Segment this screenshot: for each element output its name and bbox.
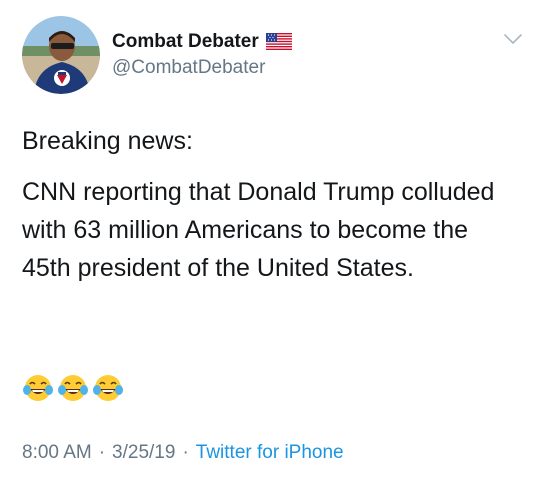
profile-photo-icon: [22, 16, 100, 94]
chevron-down-icon[interactable]: [504, 32, 522, 44]
tweet-text: Breaking news: CNN reporting that Donald…: [22, 122, 522, 287]
face-with-tears-of-joy-icon: [93, 375, 123, 401]
avatar[interactable]: [22, 16, 100, 94]
emoji-row: [22, 372, 127, 404]
display-name[interactable]: Combat Debater: [112, 30, 259, 54]
tweet-date[interactable]: 3/25/19: [112, 442, 175, 463]
us-flag-icon: [265, 33, 292, 50]
tweet-meta: 8:00 AM · 3/25/19 · Twitter for iPhone: [22, 440, 344, 466]
display-name-row[interactable]: Combat Debater: [112, 30, 292, 54]
face-with-tears-of-joy-icon: [58, 375, 88, 401]
tweet-paragraph: CNN reporting that Donald Trump colluded…: [22, 178, 495, 282]
meta-separator: ·: [182, 442, 189, 463]
tweet: Combat Debater @CombatDebater Breaking n…: [0, 0, 540, 487]
author-names: Combat Debater @CombatDebater: [112, 30, 292, 81]
tweet-source-link[interactable]: Twitter for iPhone: [196, 442, 344, 463]
face-with-tears-of-joy-icon: [23, 375, 53, 401]
tweet-header: Combat Debater @CombatDebater: [22, 14, 292, 96]
tweet-time[interactable]: 8:00 AM: [22, 442, 92, 463]
meta-separator: ·: [98, 442, 106, 463]
user-handle[interactable]: @CombatDebater: [112, 55, 292, 81]
tweet-paragraph: Breaking news:: [22, 127, 193, 155]
